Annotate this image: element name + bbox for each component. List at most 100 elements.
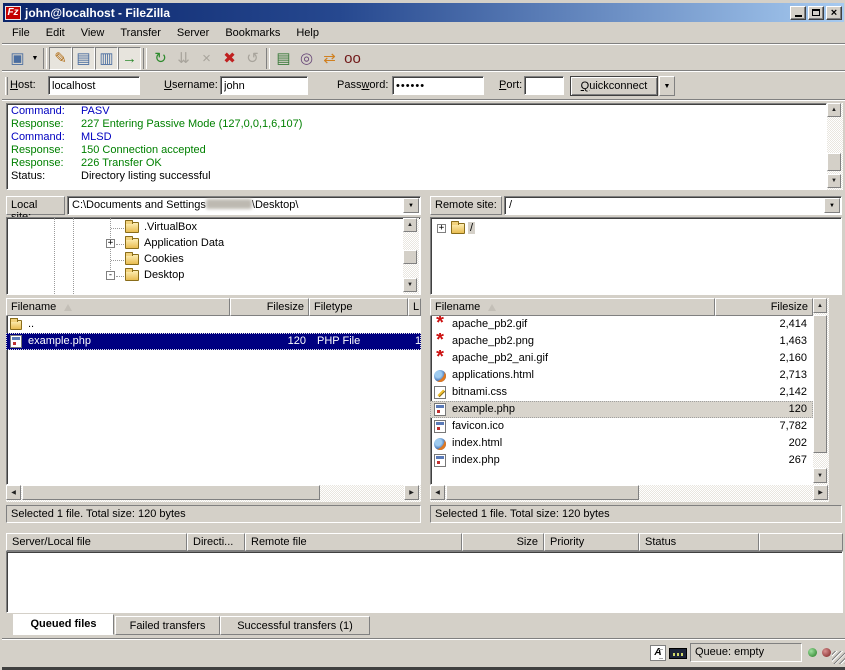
queue-column-directi[interactable]: Directi... bbox=[187, 533, 245, 551]
scroll-up-arrow[interactable]: ▲ bbox=[403, 218, 417, 232]
toolbar-grip[interactable] bbox=[5, 77, 8, 95]
refresh-button[interactable]: ↻ bbox=[149, 47, 172, 70]
resize-grip[interactable] bbox=[832, 651, 845, 664]
local-file-row[interactable]: .. bbox=[6, 316, 421, 333]
chevron-down-icon[interactable]: ▼ bbox=[403, 198, 419, 213]
scroll-thumb[interactable] bbox=[446, 485, 639, 500]
local-tree-item-cookies[interactable]: Cookies bbox=[7, 252, 420, 268]
remote-file-row[interactable]: favicon.ico7,782 bbox=[430, 418, 813, 435]
local-site-combo[interactable]: C:\Documents and Settings\Desktop\ ▼ bbox=[67, 196, 421, 215]
maximize-button[interactable] bbox=[808, 6, 824, 20]
queue-column-status[interactable]: Status bbox=[639, 533, 759, 551]
quickconnect-dropdown-arrow[interactable]: ▼ bbox=[659, 76, 675, 96]
tree-expander-icon[interactable]: + bbox=[106, 239, 115, 248]
remote-file-row[interactable]: *apache_pb2.png1,463 bbox=[430, 333, 813, 350]
menu-item-server[interactable]: Server bbox=[169, 25, 217, 41]
queue-column-size[interactable]: Size bbox=[462, 533, 544, 551]
remote-column-header-filesize[interactable]: Filesize bbox=[715, 298, 813, 316]
remote-file-row[interactable]: applications.html2,713 bbox=[430, 367, 813, 384]
local-tree-item-application-data[interactable]: + Application Data bbox=[7, 236, 420, 252]
tree-item-label[interactable]: Cookies bbox=[142, 253, 186, 265]
local-tree-scrollbar[interactable]: ▲ ▼ bbox=[403, 218, 419, 294]
queue-column-server-local-file[interactable]: Server/Local file bbox=[6, 533, 187, 551]
scroll-right-arrow[interactable]: ▶ bbox=[813, 485, 828, 500]
toggle-message-log-button[interactable]: ✎ bbox=[49, 47, 72, 70]
toggle-local-tree-button[interactable]: ▤ bbox=[72, 47, 95, 70]
tab-failed-transfers[interactable]: Failed transfers bbox=[115, 616, 220, 635]
filter-button[interactable]: ▤ bbox=[272, 47, 295, 70]
remote-site-combo[interactable]: / ▼ bbox=[504, 196, 842, 215]
window-titlebar[interactable]: Fz john@localhost - FileZilla × bbox=[3, 3, 844, 22]
local-file-row[interactable]: example.php120PHP File1 bbox=[6, 333, 421, 350]
remote-tree-item-item[interactable]: +/ bbox=[431, 221, 841, 237]
scroll-thumb[interactable] bbox=[827, 153, 841, 171]
divider bbox=[2, 99, 845, 101]
chevron-down-icon[interactable]: ▼ bbox=[824, 198, 840, 213]
tree-item-label[interactable]: Application Data bbox=[142, 237, 226, 249]
toggle-remote-tree-button[interactable]: ▥ bbox=[95, 47, 118, 70]
scroll-up-arrow[interactable]: ▲ bbox=[813, 298, 827, 313]
remote-file-row[interactable]: index.html202 bbox=[430, 435, 813, 452]
scroll-thumb[interactable] bbox=[403, 250, 417, 264]
host-input[interactable] bbox=[48, 76, 140, 95]
log-scrollbar[interactable]: ▲ ▼ bbox=[827, 103, 843, 190]
remote-list-hscrollbar[interactable]: ◀ ▶ bbox=[430, 485, 829, 502]
tree-expander-icon[interactable]: - bbox=[106, 271, 115, 280]
queue-column-priority[interactable]: Priority bbox=[544, 533, 639, 551]
remote-file-row[interactable]: bitnami.css2,142 bbox=[430, 384, 813, 401]
password-input[interactable] bbox=[392, 76, 484, 95]
scroll-thumb[interactable] bbox=[22, 485, 320, 500]
quickconnect-button[interactable]: Quickconnect bbox=[570, 76, 658, 96]
remote-file-row[interactable]: *apache_pb2.gif2,414 bbox=[430, 316, 813, 333]
local-column-header-l[interactable]: L bbox=[408, 298, 421, 316]
directory-comparison-button[interactable]: ◎ bbox=[295, 47, 318, 70]
file-size: 7,782 bbox=[715, 420, 807, 432]
local-tree-item-virtualbox[interactable]: .VirtualBox bbox=[7, 220, 420, 236]
menu-item-bookmarks[interactable]: Bookmarks bbox=[217, 25, 288, 41]
tree-item-label[interactable]: / bbox=[468, 222, 475, 234]
local-column-header-filetype[interactable]: Filetype bbox=[309, 298, 408, 316]
tree-item-label[interactable]: .VirtualBox bbox=[142, 221, 199, 233]
log-line-type: Response: bbox=[7, 118, 81, 131]
disconnect-button[interactable]: ✖ bbox=[218, 47, 241, 70]
local-tree-item-desktop[interactable]: - Desktop bbox=[7, 268, 420, 284]
username-input[interactable] bbox=[220, 76, 308, 95]
menu-item-help[interactable]: Help bbox=[288, 25, 327, 41]
menu-item-transfer[interactable]: Transfer bbox=[112, 25, 169, 41]
synchronized-browsing-button[interactable]: ⇄ bbox=[318, 47, 341, 70]
menu-item-view[interactable]: View bbox=[73, 25, 113, 41]
menu-item-file[interactable]: File bbox=[4, 25, 38, 41]
local-list-hscrollbar[interactable]: ◀ ▶ bbox=[6, 485, 421, 502]
scroll-down-arrow[interactable]: ▼ bbox=[827, 174, 841, 188]
remote-file-row[interactable]: example.php120 bbox=[430, 401, 813, 418]
queue-column-remote-file[interactable]: Remote file bbox=[245, 533, 462, 551]
find-files-button[interactable]: oo bbox=[341, 47, 364, 70]
local-column-header-filename[interactable]: Filename bbox=[6, 298, 230, 316]
menu-item-edit[interactable]: Edit bbox=[38, 25, 73, 41]
remote-column-header-filename[interactable]: Filename bbox=[430, 298, 715, 316]
scroll-left-arrow[interactable]: ◀ bbox=[6, 485, 21, 500]
tree-expander-icon[interactable]: + bbox=[437, 224, 446, 233]
scroll-left-arrow[interactable]: ◀ bbox=[430, 485, 445, 500]
toggle-queue-button[interactable]: → bbox=[118, 47, 141, 70]
scroll-thumb[interactable] bbox=[813, 315, 827, 453]
tree-item-label[interactable]: Desktop bbox=[142, 269, 186, 281]
php-file-icon bbox=[434, 454, 446, 467]
filezilla-logo-icon[interactable]: Fz bbox=[5, 6, 21, 20]
local-column-header-filesize[interactable]: Filesize bbox=[230, 298, 309, 316]
tab-successful-transfers-1[interactable]: Successful transfers (1) bbox=[220, 616, 370, 635]
scroll-right-arrow[interactable]: ▶ bbox=[404, 485, 419, 500]
site-manager-dropdown-arrow[interactable]: ▼ bbox=[29, 47, 41, 70]
tab-queued-files[interactable]: Queued files bbox=[13, 614, 114, 635]
minimize-button[interactable] bbox=[790, 6, 806, 20]
close-button[interactable]: × bbox=[826, 6, 842, 20]
queue-column-blank[interactable] bbox=[759, 533, 843, 551]
remote-file-row[interactable]: *apache_pb2_ani.gif2,160 bbox=[430, 350, 813, 367]
scroll-down-arrow[interactable]: ▼ bbox=[403, 278, 417, 292]
remote-file-row[interactable]: index.php267 bbox=[430, 452, 813, 469]
port-input[interactable] bbox=[524, 76, 564, 95]
scroll-down-arrow[interactable]: ▼ bbox=[813, 468, 827, 483]
site-manager-button[interactable]: ▣ bbox=[6, 47, 29, 70]
scroll-up-arrow[interactable]: ▲ bbox=[827, 103, 841, 117]
remote-list-vscrollbar[interactable]: ▲ ▼ bbox=[813, 298, 829, 485]
